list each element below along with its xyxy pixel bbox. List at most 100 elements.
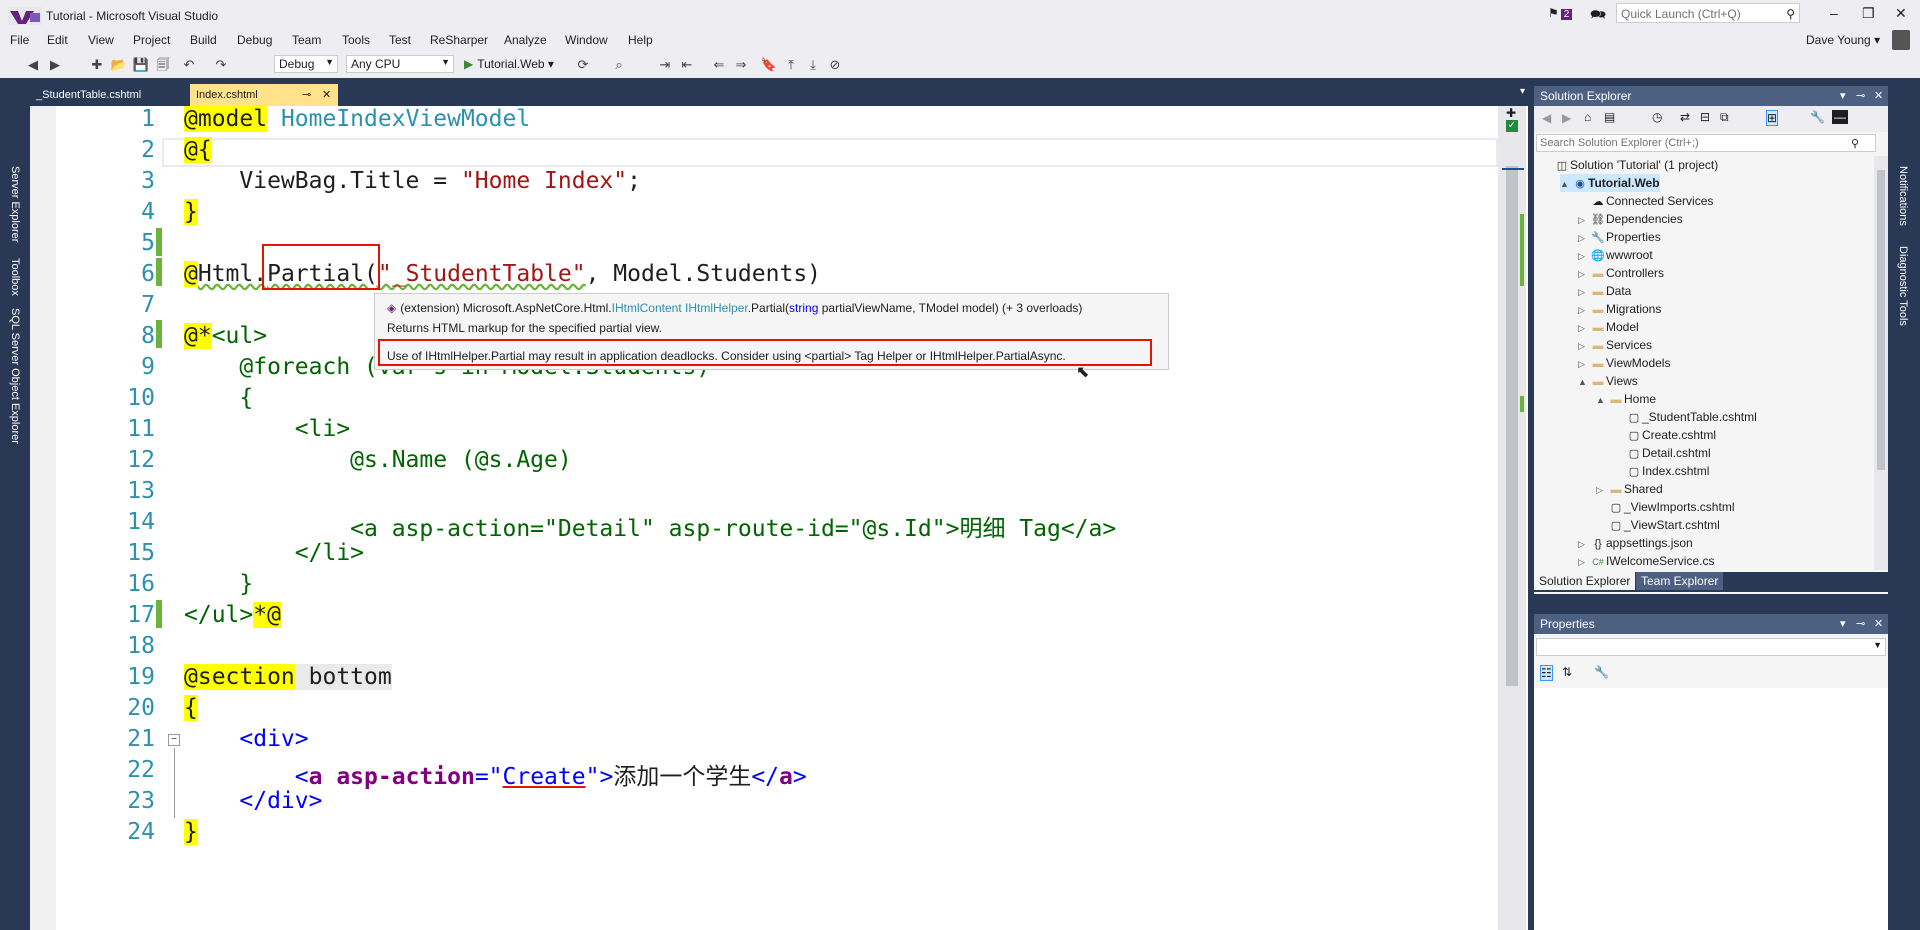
start-debugging-button[interactable]: ▶ Tutorial.Web ▾ — [464, 57, 554, 71]
platform-select[interactable]: Any CPU ▼ — [346, 55, 454, 73]
expanded-icon[interactable]: ▲ — [1560, 175, 1572, 193]
avatar[interactable] — [1892, 30, 1910, 50]
tree-node[interactable]: ▲ ▬ Home — [1596, 390, 1656, 408]
menu-help[interactable]: Help — [628, 33, 653, 47]
tab-overflow-icon[interactable]: ▾ — [1520, 86, 1525, 97]
back-icon[interactable]: ◀ — [1542, 111, 1551, 125]
outdent-icon[interactable]: ⇐ — [710, 56, 728, 74]
collapsed-icon[interactable]: ▷ — [1578, 229, 1590, 247]
user-account[interactable]: Dave Young ▾ — [1806, 33, 1880, 47]
collapsed-icon[interactable]: ▷ — [1578, 265, 1590, 283]
editor-vertical-scrollbar[interactable]: ✚ ✓ — [1498, 106, 1526, 930]
tree-node[interactable]: ▲ ◉ Tutorial.Web — [1560, 174, 1660, 192]
pin-icon[interactable]: ⊸ — [1856, 614, 1865, 634]
tab-index[interactable]: Index.cshtml ⊸ ✕ — [190, 84, 338, 106]
tree-node[interactable]: ▷ ▬ ViewModels — [1578, 354, 1670, 372]
tree-node[interactable]: ▢ Index.cshtml — [1614, 462, 1710, 480]
tree-node[interactable]: ◫ Solution 'Tutorial' (1 project) — [1542, 156, 1718, 174]
active-view-icon[interactable]: ⊞ — [1766, 110, 1779, 126]
collapsed-icon[interactable]: ▷ — [1578, 355, 1590, 373]
menu-debug[interactable]: Debug — [237, 33, 272, 47]
collapsed-icon[interactable]: ▷ — [1578, 535, 1590, 553]
save-icon[interactable]: 💾 — [132, 56, 150, 74]
switch-views-icon[interactable]: ▤ — [1604, 110, 1615, 124]
tab-team-explorer[interactable]: Team Explorer — [1636, 572, 1724, 590]
categorized-icon[interactable]: ☷ — [1540, 665, 1553, 681]
preview-icon[interactable]: — — [1832, 110, 1848, 124]
bookmark-icon[interactable]: 🔖 — [760, 56, 778, 74]
pin-icon[interactable]: ⊸ — [1856, 86, 1865, 106]
menu-tools[interactable]: Tools — [342, 33, 370, 47]
panel-menu-icon[interactable]: ▾ — [1840, 86, 1846, 106]
collapsed-icon[interactable]: ▷ — [1578, 319, 1590, 337]
scrollbar-thumb[interactable] — [1506, 166, 1518, 686]
close-window-button[interactable]: ✕ — [1895, 5, 1907, 22]
configuration-select[interactable]: Debug ▼ — [274, 55, 338, 73]
notifications-tab[interactable]: Notifications — [1897, 166, 1909, 226]
collapsed-icon[interactable]: ▷ — [1578, 553, 1590, 570]
collapse-all-icon[interactable]: ⊟ — [1700, 110, 1710, 124]
minimize-button[interactable]: – — [1830, 5, 1838, 21]
properties-object-select[interactable]: ▼ — [1536, 638, 1886, 656]
collapsed-icon[interactable]: ▷ — [1578, 283, 1590, 301]
tree-node[interactable]: ☁ Connected Services — [1578, 192, 1714, 210]
forward-icon[interactable]: ▶ — [46, 56, 64, 74]
next-bookmark-icon[interactable]: ⤓ — [804, 56, 822, 74]
menu-edit[interactable]: Edit — [47, 33, 68, 47]
quick-launch-input[interactable]: Quick Launch (Ctrl+Q) ⚲ — [1616, 3, 1800, 23]
menu-view[interactable]: View — [88, 33, 114, 47]
menu-build[interactable]: Build — [190, 33, 217, 47]
property-pages-icon[interactable]: 🔧 — [1594, 665, 1609, 679]
show-all-files-icon[interactable]: ⧉ — [1720, 110, 1729, 125]
tree-node[interactable]: ▲ ▬ Views — [1578, 372, 1638, 390]
clear-bookmarks-icon[interactable]: ⊘ — [826, 56, 844, 74]
close-panel-icon[interactable]: ✕ — [1874, 86, 1883, 106]
tree-node[interactable]: ▢ Create.cshtml — [1614, 426, 1716, 444]
pin-icon[interactable]: ⊸ — [302, 84, 311, 106]
sql-server-object-explorer-tab[interactable]: SQL Server Object Explorer — [9, 308, 21, 444]
tree-node[interactable]: ▢ _ViewStart.cshtml — [1596, 516, 1720, 534]
sync-icon[interactable]: ⇄ — [1680, 110, 1690, 124]
open-file-icon[interactable]: 📂 — [110, 56, 128, 74]
expanded-icon[interactable]: ▲ — [1596, 391, 1608, 409]
undo-icon[interactable]: ↶ — [180, 56, 198, 74]
menu-file[interactable]: File — [10, 33, 29, 47]
prev-bookmark-icon[interactable]: ⤒ — [782, 56, 800, 74]
feedback-icon[interactable]: 🗪 — [1590, 6, 1606, 28]
tree-node[interactable]: ▢ _StudentTable.cshtml — [1614, 408, 1757, 426]
split-icon[interactable]: ✚ — [1506, 106, 1516, 120]
collapsed-icon[interactable]: ▷ — [1578, 337, 1590, 355]
menu-project[interactable]: Project — [133, 33, 170, 47]
solution-search-input[interactable]: Search Solution Explorer (Ctrl+;) ⚲ — [1536, 134, 1876, 152]
tree-node[interactable]: ▢ Detail.cshtml — [1614, 444, 1711, 462]
menu-resharper[interactable]: ReSharper — [430, 33, 488, 47]
tree-node[interactable]: ▷ 🔧Properties — [1578, 228, 1661, 246]
forward-icon[interactable]: ▶ — [1562, 111, 1571, 125]
step-icon[interactable]: ⇥ — [656, 56, 674, 74]
tree-node[interactable]: ▷ ▬ Model — [1578, 318, 1639, 336]
menu-analyze[interactable]: Analyze — [504, 33, 547, 47]
expanded-icon[interactable]: ▲ — [1578, 373, 1590, 391]
collapsed-icon[interactable]: ▷ — [1578, 247, 1590, 265]
panel-menu-icon[interactable]: ▾ — [1840, 614, 1846, 634]
collapsed-icon[interactable]: ▷ — [1596, 481, 1608, 499]
tree-node[interactable]: ▷ ▬ Controllers — [1578, 264, 1664, 282]
indent-icon[interactable]: ⇒ — [732, 56, 750, 74]
tree-node[interactable]: ▢ _ViewImports.cshtml — [1596, 498, 1735, 516]
tree-node[interactable]: ▷ ▬ Migrations — [1578, 300, 1661, 318]
collapse-icon[interactable]: − — [168, 734, 180, 746]
find-icon[interactable]: ⌕ — [610, 56, 628, 74]
refresh-icon[interactable]: ⟳ — [574, 56, 592, 74]
toolbox-tab[interactable]: Toolbox — [9, 258, 21, 296]
new-project-icon[interactable]: ✚ — [88, 56, 106, 74]
menu-window[interactable]: Window — [565, 33, 608, 47]
collapsed-icon[interactable]: ▷ — [1578, 301, 1590, 319]
tree-node[interactable]: ▷ C# IWelcomeService.cs — [1578, 552, 1714, 570]
close-tab-icon[interactable]: ✕ — [322, 84, 331, 106]
solution-tree-scrollbar[interactable] — [1874, 156, 1888, 570]
tab-studenttable[interactable]: _StudentTable.cshtml — [30, 84, 190, 106]
notifications-flag[interactable]: ⚑ 2 — [1548, 6, 1573, 20]
diagnostic-tools-tab[interactable]: Diagnostic Tools — [1897, 246, 1909, 326]
redo-icon[interactable]: ↷ — [212, 56, 230, 74]
tree-node[interactable]: ▷ ▬ Services — [1578, 336, 1652, 354]
